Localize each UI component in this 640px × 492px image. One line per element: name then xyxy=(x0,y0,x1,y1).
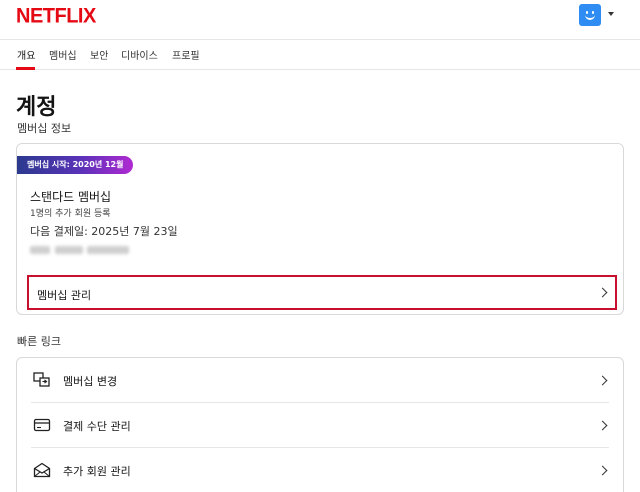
chevron-right-icon xyxy=(597,420,608,431)
chevron-right-icon xyxy=(597,375,608,386)
quick-links-title: 빠른 링크 xyxy=(17,335,61,348)
page-title: 계정 xyxy=(16,95,57,120)
plan-name: 스탠다드 멤버십 xyxy=(30,190,112,204)
top-bar: NETFLIX xyxy=(0,0,640,40)
blurred-payment-info xyxy=(55,246,83,254)
tab-membership[interactable]: 멤버십 xyxy=(49,47,77,62)
blurred-payment-info xyxy=(87,246,129,254)
quick-link-change-plan[interactable]: 멤버십 변경 xyxy=(17,358,623,403)
extra-member-info: 1명의 추가 회원 등록 xyxy=(30,209,111,219)
envelope-icon xyxy=(33,462,51,478)
credit-card-icon xyxy=(33,418,51,432)
active-tab-indicator xyxy=(16,67,35,70)
member-since-badge: 멤버십 시작: 2020년 12월 xyxy=(17,156,134,174)
quick-link-label: 추가 회원 관리 xyxy=(63,465,131,478)
chevron-right-icon xyxy=(597,287,608,298)
membership-card: 멤버십 시작: 2020년 12월 스탠다드 멤버십 1명의 추가 회원 등록 … xyxy=(16,143,624,315)
quick-link-extra-member[interactable]: 추가 회원 관리 xyxy=(17,448,623,492)
quick-links-card: 멤버십 변경 결제 수단 관리 추가 회원 관리 xyxy=(16,357,624,492)
tab-security[interactable]: 보안 xyxy=(90,47,108,62)
account-tabs: 개요 멤버십 보안 디바이스 프로필 xyxy=(0,40,640,70)
quick-link-payment-method[interactable]: 결제 수단 관리 xyxy=(17,403,623,448)
netflix-logo[interactable]: NETFLIX xyxy=(16,4,96,28)
manage-membership-button[interactable]: 멤버십 관리 xyxy=(27,275,617,310)
quick-link-label: 결제 수단 관리 xyxy=(63,420,131,433)
chevron-right-icon xyxy=(597,465,608,476)
change-plan-icon xyxy=(33,372,50,387)
page-subtitle: 멤버십 정보 xyxy=(17,122,72,135)
tab-profiles[interactable]: 프로필 xyxy=(172,47,200,62)
next-payment-date: 다음 결제일: 2025년 7월 23일 xyxy=(30,225,178,238)
profile-menu-caret-icon[interactable] xyxy=(608,12,614,16)
manage-membership-label: 멤버십 관리 xyxy=(37,289,92,302)
tab-overview[interactable]: 개요 xyxy=(17,47,35,62)
profile-avatar-icon[interactable] xyxy=(579,4,601,26)
tab-devices[interactable]: 디바이스 xyxy=(121,47,158,62)
blurred-payment-info xyxy=(30,246,50,254)
quick-link-label: 멤버십 변경 xyxy=(63,375,118,388)
